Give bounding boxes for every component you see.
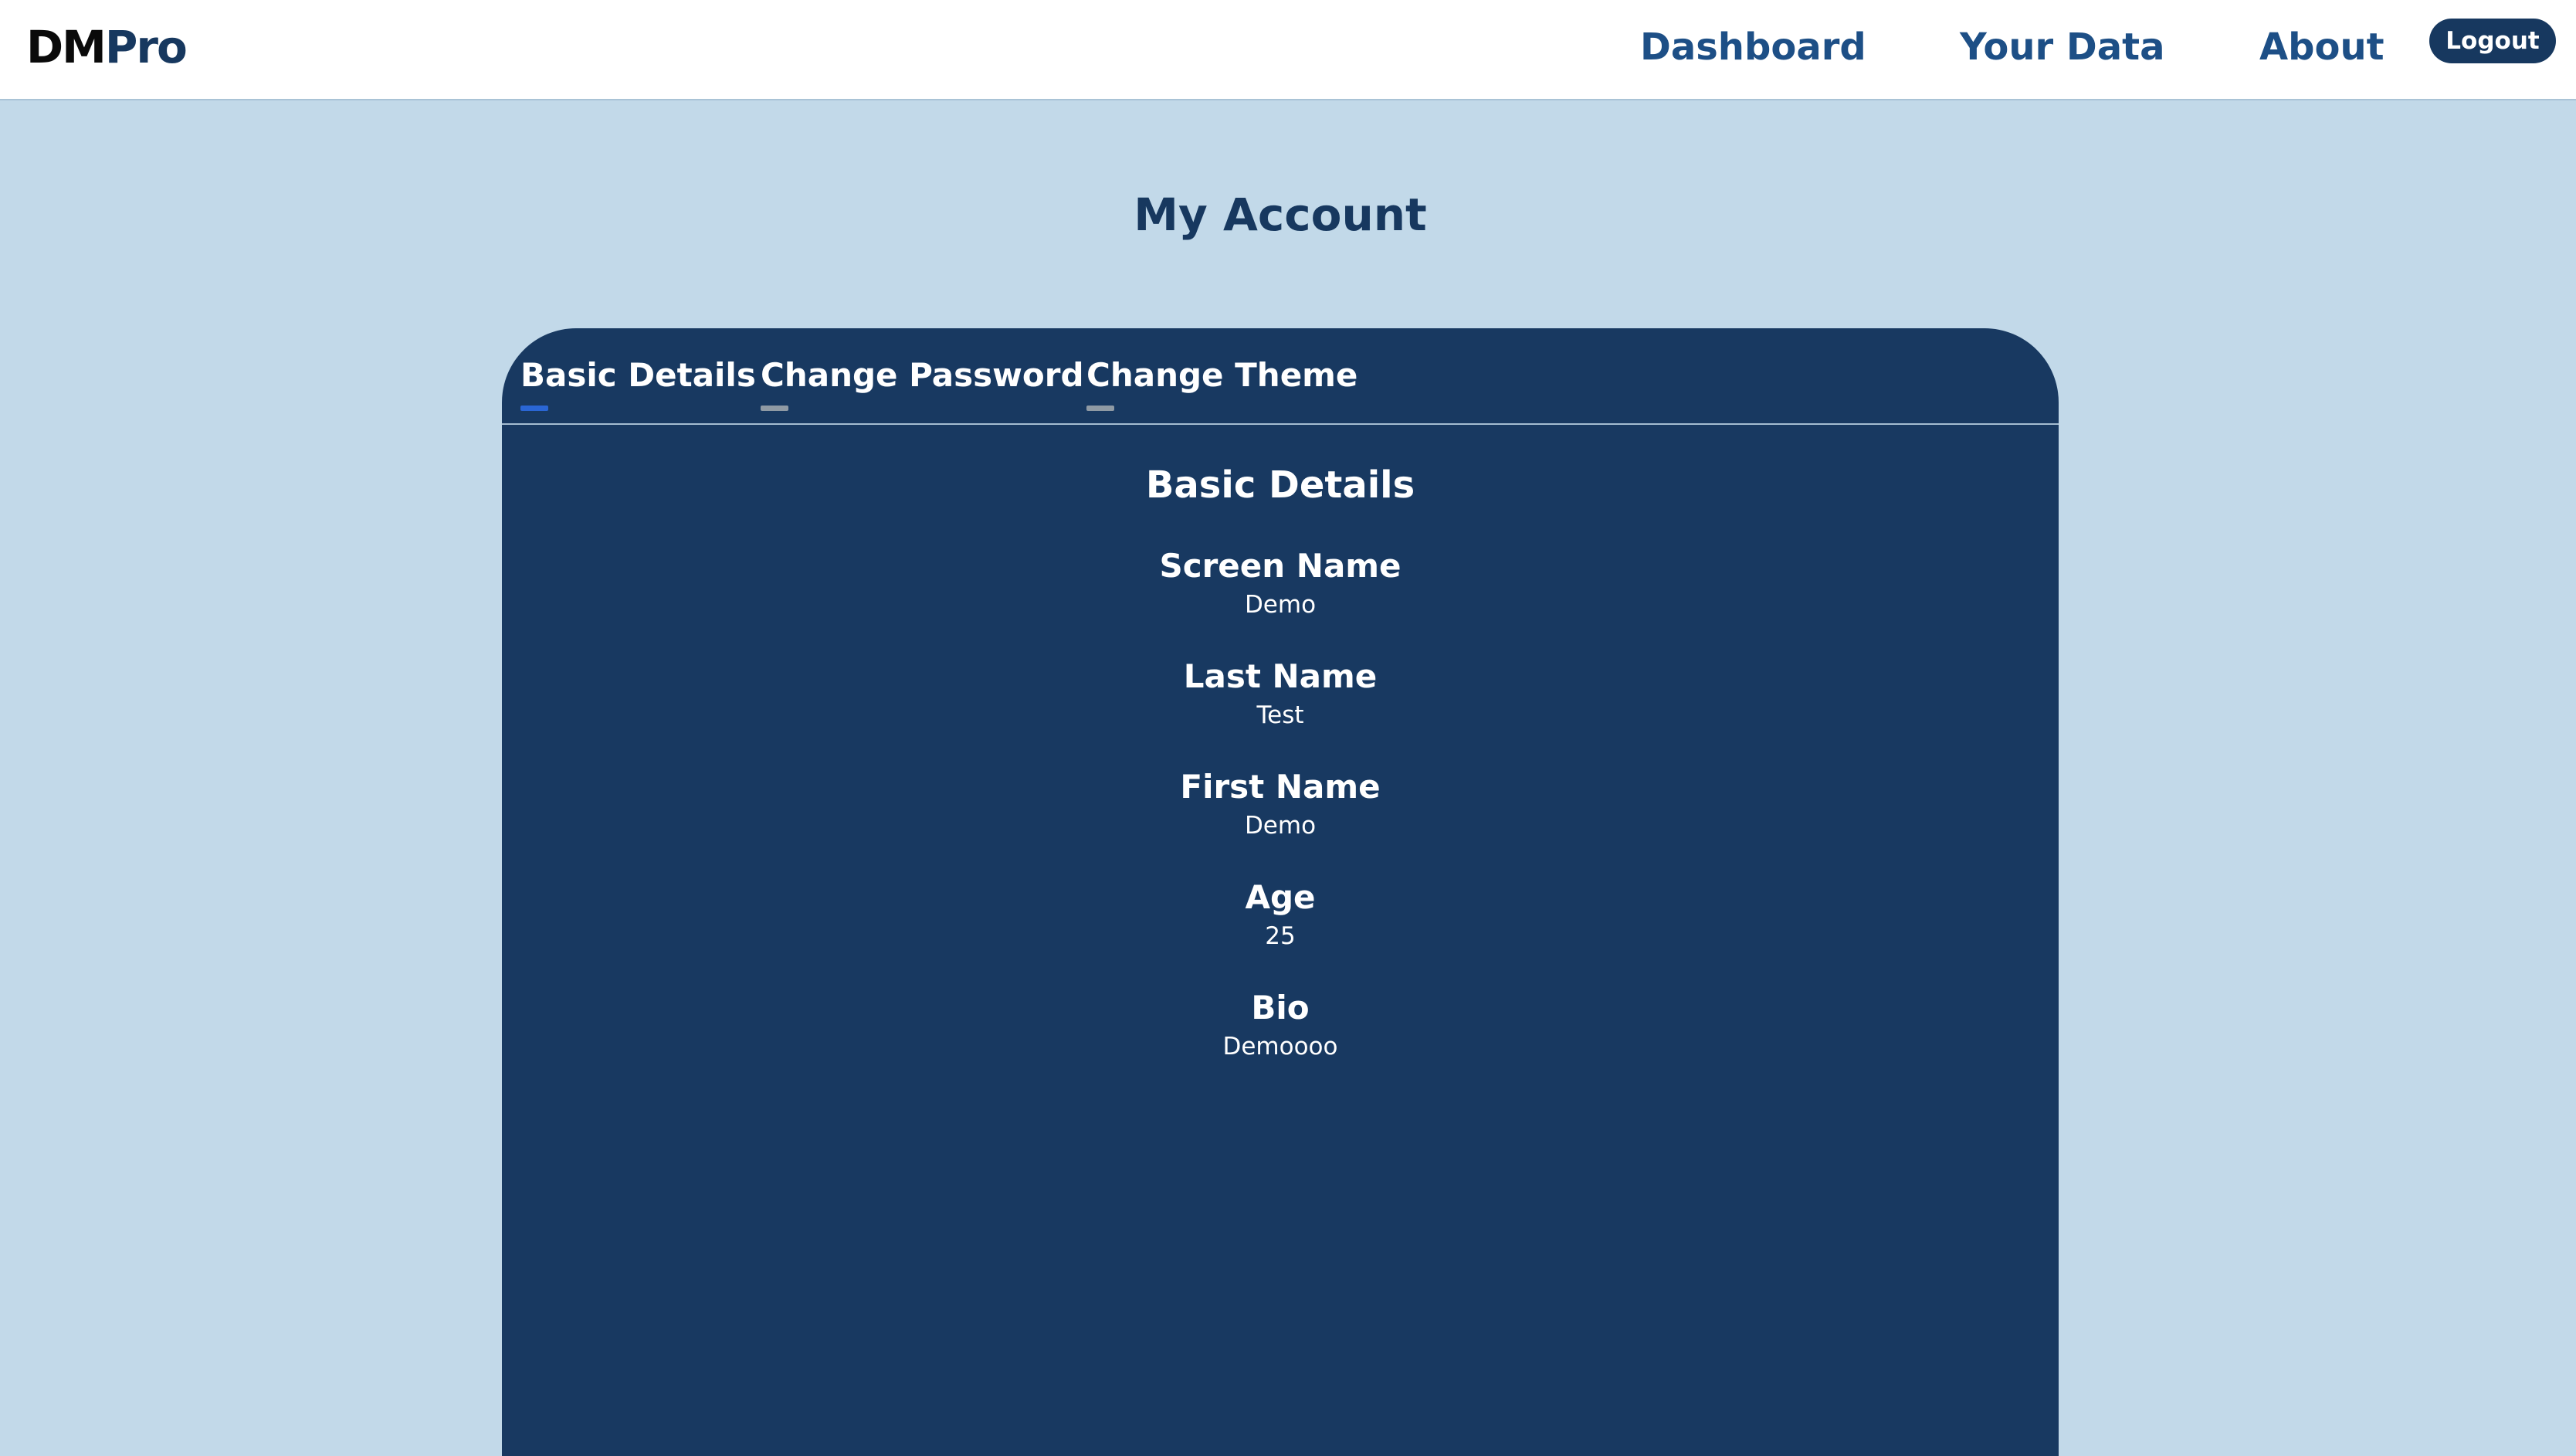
tab-basic-details[interactable]: Basic Details bbox=[520, 353, 756, 398]
field-age: Age 25 bbox=[502, 876, 2059, 953]
field-value: Demo bbox=[1244, 812, 1317, 840]
top-navbar: DMPro Dashboard Your Data About Logout bbox=[0, 0, 2576, 100]
nav-link-your-data[interactable]: Your Data bbox=[1960, 23, 2164, 71]
dmpro-logo[interactable]: DMPro bbox=[26, 21, 188, 73]
field-first-name: First Name Demo bbox=[502, 765, 2059, 843]
field-label: Screen Name bbox=[1159, 547, 1402, 585]
tab-change-theme[interactable]: Change Theme bbox=[1086, 353, 1357, 398]
field-label: Bio bbox=[1251, 989, 1310, 1027]
field-value: Test bbox=[1256, 701, 1304, 729]
tab-change-password[interactable]: Change Password bbox=[761, 353, 1084, 398]
field-label: Last Name bbox=[1183, 657, 1378, 695]
logo-text-pro: Pro bbox=[104, 21, 188, 73]
page-title: My Account bbox=[1134, 188, 1427, 241]
field-label: First Name bbox=[1180, 768, 1381, 806]
tab-change-password-indicator bbox=[761, 406, 788, 411]
section-title: Basic Details bbox=[1145, 463, 1415, 507]
nav-link-dashboard[interactable]: Dashboard bbox=[1640, 23, 1866, 71]
field-screen-name: Screen Name Demo bbox=[502, 545, 2059, 622]
nav-link-about[interactable]: About bbox=[2259, 23, 2384, 71]
tab-change-theme-indicator bbox=[1086, 406, 1114, 411]
field-value: Demoooo bbox=[1222, 1033, 1338, 1061]
tab-basic-details-indicator bbox=[520, 406, 548, 411]
tab-bar: Basic Details Change Password Change The… bbox=[502, 328, 2059, 425]
field-value: 25 bbox=[1265, 922, 1296, 950]
logo-text-dm: DM bbox=[26, 21, 107, 73]
account-card: Basic Details Change Password Change The… bbox=[502, 328, 2059, 1456]
logout-button[interactable]: Logout bbox=[2429, 19, 2556, 63]
field-label: Age bbox=[1245, 878, 1316, 916]
field-bio: Bio Demoooo bbox=[502, 986, 2059, 1064]
field-last-name: Last Name Test bbox=[502, 655, 2059, 732]
field-value: Demo bbox=[1244, 591, 1317, 619]
